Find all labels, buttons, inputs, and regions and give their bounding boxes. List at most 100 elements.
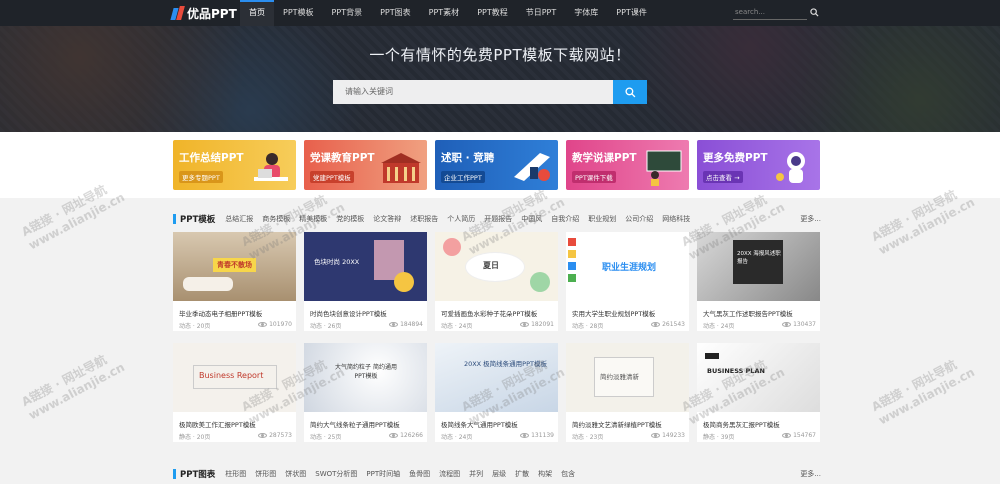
tag-link[interactable]: 精美模板: [299, 214, 327, 224]
template-card[interactable]: 简约淡雅清新 简约淡雅文艺清新绿植PPT模板 动态 · 23页 149233: [566, 343, 689, 442]
template-card[interactable]: 职业生涯规划 实用大学生职业规划PPT模板 动态 · 28页 261543: [566, 232, 689, 331]
template-title[interactable]: 极简线条大气通用PPT模板: [441, 419, 553, 429]
tag-link[interactable]: 党的模板: [336, 214, 364, 224]
thumbnail-text: BUSINESS PLAN: [707, 367, 765, 375]
tag-link[interactable]: 职业规划: [588, 214, 616, 224]
eye-icon: [520, 322, 530, 327]
eye-icon: [389, 433, 399, 438]
template-thumbnail[interactable]: 夏日: [435, 232, 558, 301]
category-title: 述职 · 竞聘: [441, 152, 495, 164]
template-card[interactable]: BUSINESS PLAN 极简商务黑灰汇报PPT模板 静态 · 39页 154…: [697, 343, 820, 442]
category-card-more-free[interactable]: 更多免费PPT 点击查看 →: [697, 140, 820, 190]
tag-link[interactable]: 饼形图: [255, 469, 276, 479]
tag-link[interactable]: 商务模板: [262, 214, 290, 224]
tag-link[interactable]: 鱼骨图: [409, 469, 430, 479]
template-title[interactable]: 时尚色块创意设计PPT模板: [310, 308, 422, 318]
template-type: 动态 · 25页: [310, 434, 342, 441]
section-title[interactable]: PPT模板: [180, 213, 215, 225]
template-card[interactable]: 大气简约粒子 简约通用PPT模板 简约大气线条粒子通用PPT模板 动态 · 25…: [304, 343, 427, 442]
template-title[interactable]: 可爱插画鱼水彩种子花朵PPT模板: [441, 308, 553, 318]
tag-link[interactable]: 论文答辩: [373, 214, 401, 224]
template-title[interactable]: 极简商务黑灰汇报PPT模板: [703, 419, 815, 429]
view-count: 154767: [782, 432, 816, 439]
nav-item-backgrounds[interactable]: PPT背景: [323, 0, 372, 26]
search-icon[interactable]: [810, 8, 819, 17]
site-logo[interactable]: 优品PPT: [172, 5, 237, 21]
section-title[interactable]: PPT图表: [180, 468, 215, 480]
view-count: 184894: [389, 321, 423, 328]
template-card[interactable]: 夏日 可爱插画鱼水彩种子花朵PPT模板 动态 · 24页 182091: [435, 232, 558, 331]
tag-link[interactable]: 总结汇报: [225, 214, 253, 224]
tag-link[interactable]: 饼状图: [285, 469, 306, 479]
nav-item-fonts[interactable]: 字体库: [565, 0, 607, 26]
view-count: 101970: [258, 321, 292, 328]
tag-link[interactable]: 扩散: [515, 469, 529, 479]
more-link[interactable]: 更多...: [800, 469, 821, 479]
tag-link[interactable]: 述职报告: [410, 214, 438, 224]
thumbnail-text: Business Report: [199, 371, 264, 380]
category-card-debriefing[interactable]: 述职 · 竞聘 企业工作PPT: [435, 140, 558, 190]
tag-link[interactable]: 流程图: [439, 469, 460, 479]
category-sub: PPT课件下载: [572, 171, 616, 183]
hero-search-input[interactable]: 请输入关键词: [333, 80, 613, 104]
nav-item-tutorials[interactable]: PPT教程: [468, 0, 517, 26]
template-card[interactable]: 青春不散场 毕业季动态电子相册PPT模板 动态 · 20页 101970: [173, 232, 296, 331]
thumbnail-text: 职业生涯规划: [602, 263, 657, 273]
template-card[interactable]: Business Report 极简欧美工作汇报PPT模板 静态 · 20页 2…: [173, 343, 296, 442]
tag-link[interactable]: SWOT分析图: [315, 469, 357, 479]
template-title[interactable]: 简约淡雅文艺清新绿植PPT模板: [572, 419, 684, 429]
template-title[interactable]: 极简欧美工作汇报PPT模板: [179, 419, 291, 429]
category-card-work-summary[interactable]: 工作总结PPT 更多专题PPT: [173, 140, 296, 190]
category-card-teaching[interactable]: 教学说课PPT PPT课件下载: [566, 140, 689, 190]
tag-link[interactable]: 公司介绍: [625, 214, 653, 224]
tag-link[interactable]: 层级: [492, 469, 506, 479]
hero-title: 一个有情怀的免费PPT模板下载网站！: [369, 46, 631, 64]
nav-item-materials[interactable]: PPT素材: [420, 0, 469, 26]
template-title[interactable]: 简约大气线条粒子通用PPT模板: [310, 419, 422, 429]
tag-link[interactable]: 网络科技: [662, 214, 690, 224]
template-card[interactable]: 20XX 海报风述职报告 大气黑灰工作述职报告PPT模板 动态 · 24页 13…: [697, 232, 820, 331]
template-thumbnail[interactable]: 职业生涯规划: [566, 232, 689, 301]
template-thumbnail[interactable]: 简约淡雅清新: [566, 343, 689, 412]
template-title[interactable]: 实用大学生职业规划PPT模板: [572, 308, 684, 318]
template-title[interactable]: 毕业季动态电子相册PPT模板: [179, 308, 291, 318]
template-thumbnail[interactable]: 20XX 海报风述职报告: [697, 232, 820, 301]
eye-icon: [258, 322, 268, 327]
tag-link[interactable]: 中国风: [521, 214, 542, 224]
template-thumbnail[interactable]: Business Report: [173, 343, 296, 412]
section-ppt-templates-header: PPT模板 总结汇报 商务模板 精美模板 党的模板 论文答辩 述职报告 个人简历…: [173, 212, 821, 226]
tag-link[interactable]: PPT时间轴: [366, 469, 400, 479]
category-sub: 更多专题PPT: [179, 171, 223, 183]
template-card[interactable]: 20XX 极简线条通用PPT模板 极简线条大气通用PPT模板 动态 · 24页 …: [435, 343, 558, 442]
nav-item-home[interactable]: 首页: [240, 0, 274, 26]
view-count: 287573: [258, 432, 292, 439]
eye-icon: [651, 433, 661, 438]
template-thumbnail[interactable]: 色块时尚 20XX: [304, 232, 427, 301]
template-title[interactable]: 大气黑灰工作述职报告PPT模板: [703, 308, 815, 318]
tag-link[interactable]: 自我介绍: [551, 214, 579, 224]
tag-link[interactable]: 柱形图: [225, 469, 246, 479]
category-title: 工作总结PPT: [179, 152, 244, 164]
template-thumbnail[interactable]: 20XX 极简线条通用PPT模板: [435, 343, 558, 412]
hero-search-button[interactable]: [613, 80, 647, 104]
tag-link[interactable]: 开题报告: [484, 214, 512, 224]
tag-link[interactable]: 构架: [538, 469, 552, 479]
more-link[interactable]: 更多...: [800, 214, 821, 224]
tag-link[interactable]: 并列: [469, 469, 483, 479]
section-marker: [173, 469, 176, 479]
nav-item-charts[interactable]: PPT图表: [371, 0, 420, 26]
template-type: 静态 · 39页: [703, 434, 735, 441]
template-card[interactable]: 色块时尚 20XX 时尚色块创意设计PPT模板 动态 · 26页 184894: [304, 232, 427, 331]
template-thumbnail[interactable]: 大气简约粒子 简约通用PPT模板: [304, 343, 427, 412]
building-icon: [381, 153, 421, 183]
template-type: 动态 · 26页: [310, 323, 342, 330]
template-thumbnail[interactable]: 青春不散场: [173, 232, 296, 301]
tag-link[interactable]: 包含: [561, 469, 575, 479]
category-card-party-education[interactable]: 党课教育PPT 党建PPT模板: [304, 140, 427, 190]
tag-link[interactable]: 个人简历: [447, 214, 475, 224]
nav-item-holiday[interactable]: 节日PPT: [517, 0, 566, 26]
nav-item-courseware[interactable]: PPT课件: [607, 0, 656, 26]
nav-item-templates[interactable]: PPT模板: [274, 0, 323, 26]
top-search-input[interactable]: search...: [733, 7, 807, 20]
template-thumbnail[interactable]: BUSINESS PLAN: [697, 343, 820, 412]
